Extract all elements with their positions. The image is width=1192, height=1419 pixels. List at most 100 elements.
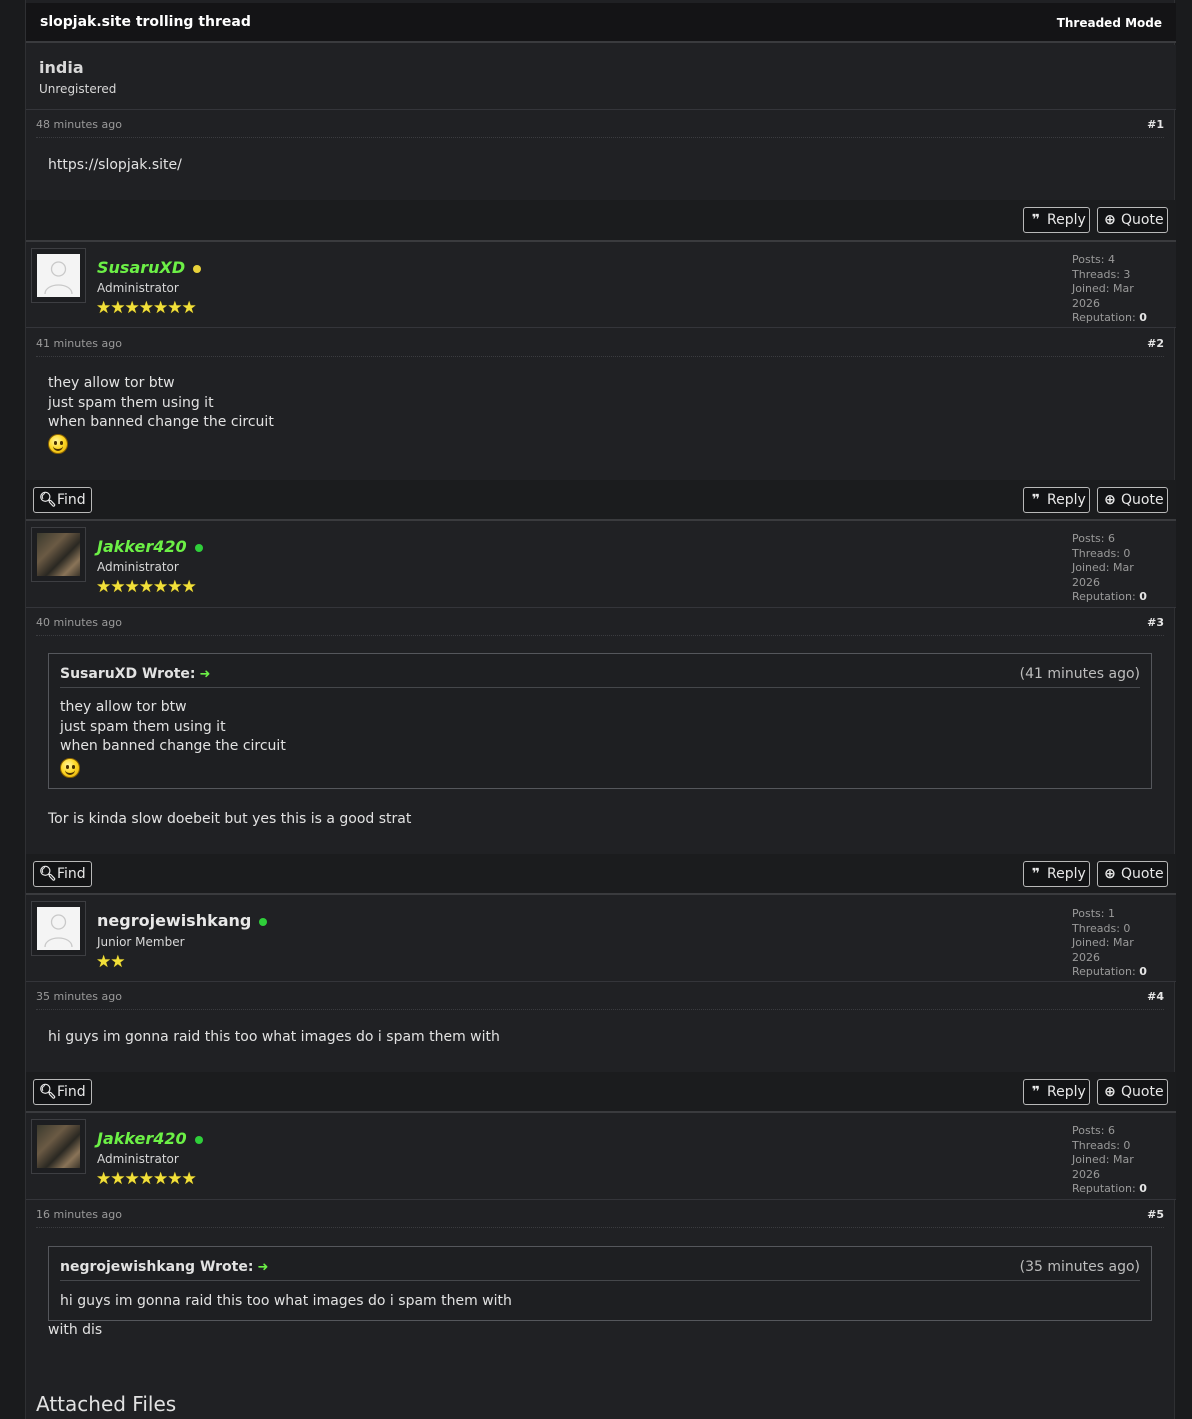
- avatar[interactable]: [31, 901, 86, 956]
- reply-button[interactable]: ❞ Reply: [1023, 1079, 1090, 1105]
- reply-label: Reply: [1047, 866, 1086, 882]
- rank-stars: ★★★★★★★: [96, 577, 197, 597]
- post-meta: 41 minutes ago #2: [36, 337, 1164, 357]
- avatar[interactable]: [31, 527, 86, 582]
- quote-marks-icon: ❞: [1031, 212, 1041, 228]
- reply-button[interactable]: ❞ Reply: [1023, 207, 1090, 233]
- search-icon: 🔍︎: [39, 866, 57, 882]
- thread-title: slopjak.site trolling thread: [40, 14, 251, 30]
- post-meta: 40 minutes ago #3: [36, 616, 1164, 636]
- avatar[interactable]: [31, 1119, 86, 1174]
- post-author-panel: india Unregistered: [26, 45, 1176, 110]
- arrow-right-icon[interactable]: ➜: [257, 1260, 268, 1275]
- search-icon: 🔍︎: [39, 1084, 57, 1100]
- author-group: Administrator: [97, 281, 179, 295]
- quote-line: just spam them using it: [60, 718, 226, 735]
- stat-threads: 0: [1123, 546, 1131, 560]
- author-name-link[interactable]: Jakker420: [97, 1129, 203, 1148]
- stat-reputation[interactable]: 0: [1139, 311, 1147, 324]
- post-line: they allow tor btw: [48, 375, 175, 391]
- author-name: negrojewishkang: [97, 911, 252, 930]
- stat-posts: 6: [1107, 532, 1115, 545]
- stat-label: Posts:: [1072, 253, 1105, 266]
- find-button[interactable]: 🔍︎Find: [33, 487, 92, 513]
- stat-label: Threads:: [1072, 267, 1120, 281]
- post-number-link[interactable]: #1: [1147, 118, 1164, 131]
- quote-body: they allow tor btw just spam them using …: [60, 698, 286, 778]
- reply-button[interactable]: ❞ Reply: [1023, 487, 1090, 513]
- stat-label: Joined:: [1072, 561, 1110, 574]
- quote-label: Quote: [1121, 1084, 1164, 1100]
- quote-header: negrojewishkang Wrote: ➜ (35 minutes ago): [60, 1259, 1140, 1281]
- reply-button[interactable]: ❞ Reply: [1023, 861, 1090, 887]
- stat-reputation[interactable]: 0: [1139, 1182, 1147, 1195]
- post-number-link[interactable]: #4: [1147, 990, 1164, 1003]
- quote-marks-icon: ❞: [1031, 492, 1041, 508]
- user-photo-icon: [37, 1125, 80, 1168]
- author-name: Jakker420: [97, 1129, 187, 1148]
- find-label: Find: [57, 492, 86, 508]
- smiley-icon: [60, 757, 80, 778]
- stat-threads: 0: [1123, 921, 1131, 935]
- post-number-link[interactable]: #2: [1147, 337, 1164, 350]
- author-name-link[interactable]: SusaruXD: [97, 258, 202, 277]
- rank-stars: ★★★★★★★: [96, 298, 197, 318]
- author-name-link[interactable]: Jakker420: [97, 537, 203, 556]
- post-number-link[interactable]: #3: [1147, 616, 1164, 629]
- post-meta: 48 minutes ago #1: [36, 118, 1164, 138]
- quote-button[interactable]: ⊕ Quote: [1097, 861, 1168, 887]
- post-actions: 🔍︎Find ❞ Reply ⊕ Quote: [26, 1072, 1176, 1112]
- online-status-icon: [194, 543, 203, 552]
- post-meta: 35 minutes ago #4: [36, 990, 1164, 1010]
- post-number-link[interactable]: #5: [1147, 1208, 1164, 1221]
- stat-label: Reputation:: [1072, 965, 1136, 978]
- quote-button[interactable]: ⊕ Quote: [1097, 207, 1168, 233]
- post-body: hi guys im gonna raid this too what imag…: [48, 1028, 500, 1048]
- avatar[interactable]: [31, 248, 86, 303]
- post-time: 41 minutes ago: [36, 337, 122, 350]
- find-label: Find: [57, 866, 86, 882]
- online-status-icon: [259, 917, 268, 926]
- stat-threads: 0: [1123, 1138, 1131, 1152]
- quote-button[interactable]: ⊕ Quote: [1097, 487, 1168, 513]
- author-name-link[interactable]: negrojewishkang: [97, 911, 268, 930]
- stat-reputation[interactable]: 0: [1139, 965, 1147, 978]
- stat-label: Joined:: [1072, 1153, 1110, 1166]
- online-status-icon: [194, 1135, 203, 1144]
- quote-line: hi guys im gonna raid this too what imag…: [60, 1293, 512, 1309]
- post-time: 35 minutes ago: [36, 990, 122, 1003]
- plus-circle-icon: ⊕: [1104, 1084, 1116, 1100]
- find-button[interactable]: 🔍︎Find: [33, 861, 92, 887]
- rank-stars: ★★: [96, 952, 126, 972]
- stat-threads: 3: [1123, 267, 1131, 281]
- default-avatar-icon: [37, 254, 80, 297]
- quote-label: Quote: [1121, 492, 1164, 508]
- author-name: Jakker420: [97, 537, 187, 556]
- quote-body: hi guys im gonna raid this too what imag…: [60, 1292, 512, 1312]
- post-author-panel: Jakker420 Administrator ★★★★★★★ Posts: 6…: [26, 1111, 1176, 1200]
- post-body: they allow tor btw just spam them using …: [48, 374, 274, 454]
- author-name: SusaruXD: [97, 258, 186, 277]
- post-link[interactable]: https://slopjak.site/: [48, 156, 182, 176]
- author-stats: Posts: 6 Threads: 0 Joined: Mar 2026 Rep…: [1072, 532, 1160, 605]
- quote-marks-icon: ❞: [1031, 866, 1041, 882]
- stat-label: Threads:: [1072, 921, 1120, 935]
- thread-container: slopjak.site trolling thread Threaded Mo…: [25, 0, 1176, 1419]
- arrow-right-icon[interactable]: ➜: [200, 667, 211, 682]
- plus-circle-icon: ⊕: [1104, 212, 1116, 228]
- stat-reputation[interactable]: 0: [1139, 590, 1147, 603]
- reply-label: Reply: [1047, 1084, 1086, 1100]
- quote-header: SusaruXD Wrote: ➜ (41 minutes ago): [60, 666, 1140, 688]
- stat-label: Posts:: [1072, 1124, 1105, 1137]
- quote-button[interactable]: ⊕ Quote: [1097, 1079, 1168, 1105]
- thread-header: slopjak.site trolling thread Threaded Mo…: [26, 3, 1176, 43]
- default-avatar-icon: [37, 907, 80, 950]
- blockquote: SusaruXD Wrote: ➜ (41 minutes ago) they a…: [48, 653, 1152, 789]
- stat-label: Posts:: [1072, 532, 1105, 545]
- author-stats: Posts: 4 Threads: 3 Joined: Mar 2026 Rep…: [1072, 253, 1160, 326]
- author-group: Unregistered: [39, 82, 117, 96]
- quote-label: Quote: [1121, 212, 1164, 228]
- post-actions: 🔍︎Find ❞ Reply ⊕ Quote: [26, 480, 1176, 520]
- find-button[interactable]: 🔍︎Find: [33, 1079, 92, 1105]
- threaded-mode-link[interactable]: Threaded Mode: [1057, 16, 1162, 30]
